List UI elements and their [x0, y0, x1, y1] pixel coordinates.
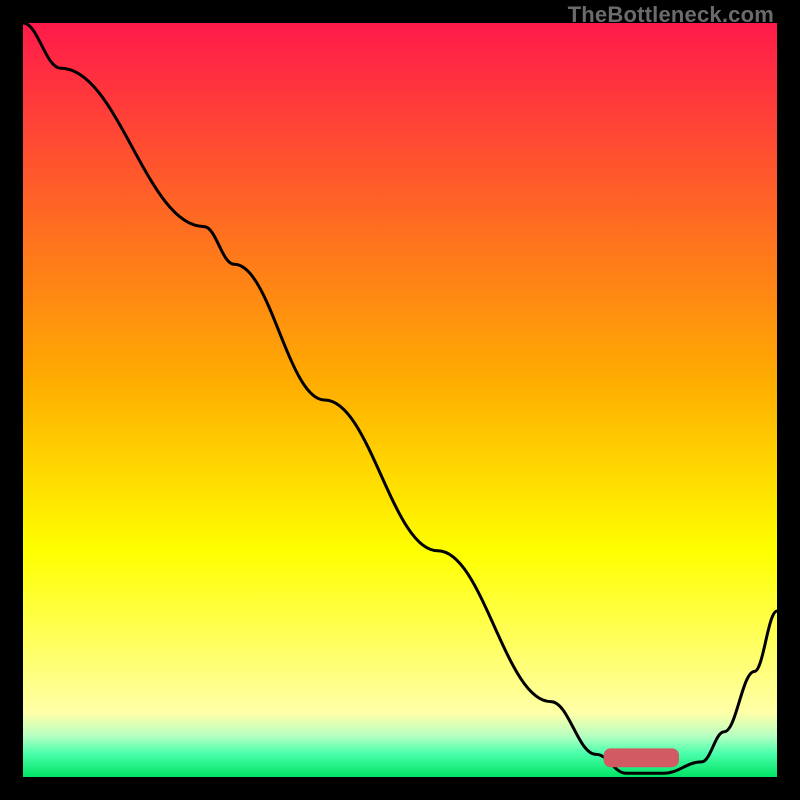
- chart-gradient-bg: [23, 23, 777, 777]
- bottleneck-chart: [23, 23, 777, 777]
- optimal-range-marker: [604, 748, 679, 767]
- chart-frame: [23, 23, 777, 777]
